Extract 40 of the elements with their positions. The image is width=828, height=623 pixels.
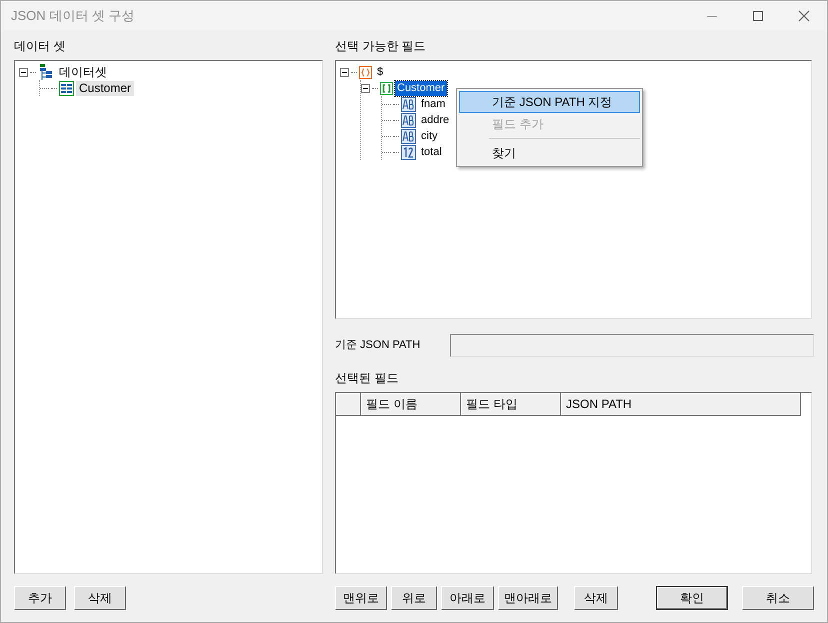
button[interactable]: 맨아래로 — [498, 586, 558, 610]
tree-item[interactable]: total — [418, 144, 445, 160]
button[interactable]: 취소 — [742, 586, 814, 610]
text-type-icon — [401, 96, 416, 112]
dataset-icon — [38, 64, 54, 80]
text-type-icon — [401, 112, 416, 128]
button[interactable]: 추가 — [14, 586, 66, 610]
collapse-toggle[interactable] — [19, 68, 28, 76]
tree-item[interactable]: fnam — [418, 96, 448, 112]
column-header[interactable]: 필드 타입 — [461, 393, 561, 416]
tree-item[interactable]: addre — [418, 112, 452, 128]
table-icon — [59, 80, 74, 96]
collapse-toggle[interactable] — [361, 84, 370, 92]
button[interactable]: 아래로 — [441, 586, 494, 610]
panel-label: 데이터 셋 — [14, 38, 66, 55]
button[interactable]: 확인 — [656, 586, 728, 610]
window-title: JSON 데이터 셋 구성 — [11, 7, 135, 26]
section-label: 선택된 필드 — [335, 370, 400, 387]
tree-item[interactable]: $ — [374, 64, 386, 80]
number-type-icon — [401, 144, 416, 160]
field-label: 기준 JSON PATH — [335, 338, 422, 353]
object-icon — [359, 66, 372, 78]
array-icon — [380, 82, 393, 94]
tree-item[interactable]: Customer — [395, 80, 447, 96]
tree-item[interactable]: Customer — [76, 80, 134, 96]
button[interactable]: 맨위로 — [335, 586, 387, 610]
panel-label: 선택 가능한 필드 — [335, 38, 427, 55]
input-field[interactable] — [450, 334, 814, 356]
column-header[interactable] — [336, 393, 361, 416]
tree-item[interactable]: 데이터셋 — [56, 64, 110, 80]
text-type-icon — [401, 128, 416, 144]
button[interactable]: 위로 — [391, 586, 437, 610]
button[interactable]: 삭제 — [74, 586, 126, 610]
column-header[interactable]: JSON PATH — [561, 393, 801, 416]
button[interactable]: 삭제 — [574, 586, 618, 610]
menu-item[interactable]: 기준 JSON PATH 지정 — [459, 91, 640, 113]
menu-item[interactable]: 찾기 — [459, 142, 640, 164]
collapse-toggle[interactable] — [340, 68, 349, 76]
tree-item[interactable]: city — [418, 128, 440, 144]
column-header[interactable]: 필드 이름 — [361, 393, 461, 416]
